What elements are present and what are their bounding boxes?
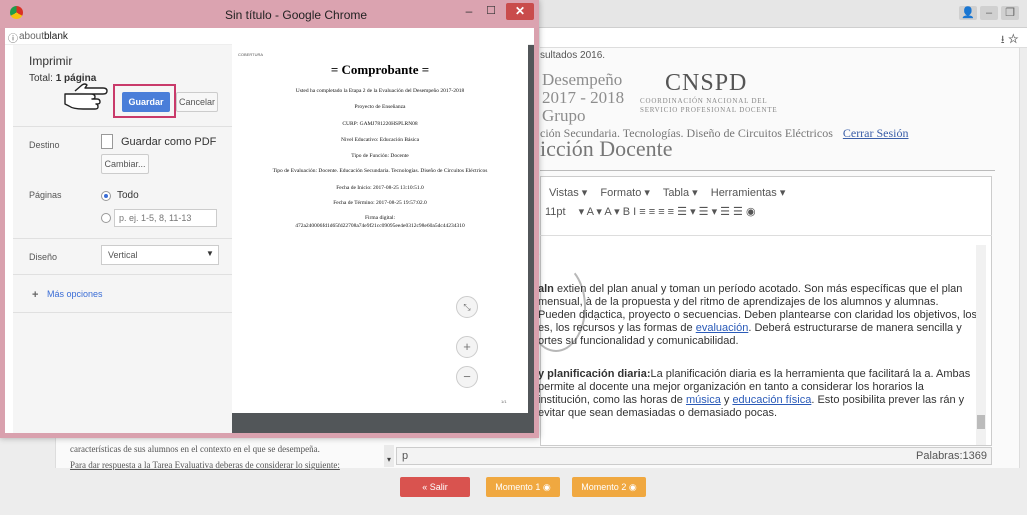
document-icon — [101, 134, 113, 149]
menu-tabla[interactable]: Tabla ▾ — [663, 187, 698, 199]
background-window-controls[interactable]: 👤 – ❐ — [956, 6, 1019, 20]
menu-vistas[interactable]: Vistas ▾ — [549, 187, 587, 199]
word-count: Palabras:1369 — [916, 450, 987, 462]
preview-line: Usted ha completado la Etapa 2 de la Eva… — [295, 88, 465, 94]
cnspd-logo-title: CNSPD — [665, 70, 748, 96]
eval-title-line: Grupo — [542, 106, 586, 125]
editor-scroll-thumb[interactable] — [977, 415, 985, 429]
minimize-icon[interactable]: – — [460, 5, 478, 19]
preview-line: Nivel Educativo: Educación Básica — [340, 137, 420, 143]
nav-breadcrumb: ción Secundaria. Tecnologías. Diseño de … — [540, 126, 909, 141]
textarea-scroll-down[interactable]: ▾ — [384, 445, 394, 467]
layout-select[interactable]: Vertical — [101, 245, 219, 265]
preview-title: = Comprobante = — [330, 62, 430, 77]
pages-range-input[interactable] — [114, 209, 217, 227]
divider — [13, 238, 233, 239]
cnspd-logo-subtitle: COORDINACIÓN NACIONAL DEL — [640, 97, 768, 105]
fit-to-page-button[interactable]: ⤡ — [456, 296, 478, 318]
text-fragment: y — [720, 394, 733, 406]
preview-footer — [232, 413, 528, 433]
bold-fragment: aln — [538, 283, 557, 295]
results-breadcrumb: sultados 2016. — [540, 50, 606, 61]
pages-all-label: Todo — [117, 190, 139, 201]
more-options-link[interactable]: Más opciones — [47, 289, 103, 299]
pages-range-radio[interactable] — [101, 213, 111, 223]
preview-page-number: 1/1 — [501, 399, 507, 404]
pages-all-radio[interactable] — [101, 191, 111, 201]
preview-line: Fecha de Inicio: 2017-08-25 13:10:51.0 — [336, 185, 424, 191]
preview-line: Proyecto de Enseñanza — [354, 104, 406, 110]
preview-line: Tipo de Función: Docente — [351, 153, 409, 159]
pointing-hand-icon — [63, 82, 109, 115]
total-label: Total: — [29, 73, 53, 84]
eval-title-line: 2017 - 2018 — [542, 88, 625, 107]
background-address-bar[interactable] — [540, 28, 1027, 48]
preview-line: Fecha de Término: 2017-08-25 19:57:02.0 — [333, 200, 427, 206]
menu-formato[interactable]: Formato ▾ — [600, 187, 650, 199]
pages-label: Páginas — [29, 190, 62, 200]
change-destination-button[interactable]: Cambiar... — [101, 154, 149, 174]
instruction-text: Para dar respuesta a la Tarea Evaluativa… — [70, 460, 340, 470]
divider — [540, 235, 992, 236]
preview-corner-logo: COBERTURA — [238, 52, 264, 57]
zoom-in-button[interactable]: + — [456, 336, 478, 358]
nav-text: ción Secundaria. Tecnologías. Diseño de … — [540, 126, 833, 140]
plus-icon[interactable]: + — [32, 289, 38, 301]
formatting-icons[interactable]: ▾ A ▾ A ▾ B I ≡ ≡ ≡ ≡ ☰ ▾ ☰ ▾ ☰ ☰ ◉ — [579, 206, 756, 218]
save-button[interactable]: Guardar — [122, 92, 170, 112]
editor-toolbar: 11pt ▾ A ▾ A ▾ B I ≡ ≡ ≡ ≡ ☰ ▾ ☰ ▾ ☰ ☰ ◉ — [545, 205, 985, 227]
restore-icon[interactable]: ❐ — [1001, 6, 1019, 20]
instruction-text: características de sus alumnos en el con… — [70, 444, 320, 454]
divider — [13, 126, 233, 127]
element-path: p — [402, 450, 409, 462]
preview-line: Tipo de Evaluación: Docente. Educación S… — [272, 168, 488, 174]
maximize-icon[interactable]: ☐ — [482, 5, 500, 19]
divider — [540, 170, 995, 171]
preview-line: Firma digital: — [364, 215, 396, 221]
editor-content[interactable]: aln extien del plan anual y toman un per… — [538, 283, 978, 440]
eval-title-line: Desempeño — [542, 70, 623, 89]
cancel-button[interactable]: Cancelar — [176, 92, 218, 112]
bold-fragment: y planificación diaria: — [538, 368, 651, 380]
exit-button[interactable]: « Salir — [400, 477, 470, 497]
preview-line: CURP: GAMJ781220HSPLRN08 — [342, 121, 418, 127]
logout-link[interactable]: Cerrar Sesión — [843, 126, 909, 140]
url-path: blank — [44, 31, 68, 42]
cnspd-logo-subtitle: SERVICIO PROFESIONAL DOCENTE — [640, 106, 778, 114]
caret-down-icon: ▼ — [206, 249, 214, 258]
editor-paragraph: y planificación diaria:La planificación … — [538, 368, 978, 420]
evaluacion-link[interactable]: evaluación — [696, 322, 749, 334]
editor-status-bar — [396, 447, 992, 465]
chrome-logo-icon — [10, 6, 23, 19]
user-icon[interactable]: 👤 — [959, 6, 977, 20]
menu-herramientas[interactable]: Herramientas ▾ — [711, 187, 786, 199]
font-size-select[interactable]: 11pt — [545, 206, 566, 218]
star-icon[interactable]: ☆ — [1008, 34, 1019, 46]
musica-link[interactable]: música — [686, 394, 721, 406]
zoom-out-button[interactable]: − — [456, 366, 478, 388]
close-button[interactable]: ✕ — [506, 3, 534, 20]
info-icon[interactable]: ⓘ — [8, 30, 18, 45]
moment1-button[interactable]: Momento 1 ◉ — [486, 477, 560, 497]
editor-paragraph: aln extien del plan anual y toman un per… — [538, 283, 978, 348]
url-scheme: about: — [19, 31, 47, 42]
layout-label: Diseño — [29, 252, 58, 262]
preview-line: 472a240006fd1d65fd22708a74e9f21cc09095ee… — [295, 223, 465, 229]
destination-label: Destino — [29, 140, 60, 150]
popup-title: Sin título - Google Chrome — [225, 8, 368, 22]
download-icon[interactable]: ⭳ — [1001, 34, 1005, 46]
divider — [13, 312, 233, 313]
editor-menubar: Vistas ▾ Formato ▾ Tabla ▾ Herramientas … — [549, 186, 795, 199]
print-title: Imprimir — [29, 54, 73, 68]
moment2-button[interactable]: Momento 2 ◉ — [572, 477, 646, 497]
minimize-icon[interactable]: – — [980, 6, 998, 20]
divider — [13, 274, 233, 275]
destination-value: Guardar como PDF — [121, 136, 217, 148]
educacion-fisica-link[interactable]: educación física — [732, 394, 811, 406]
